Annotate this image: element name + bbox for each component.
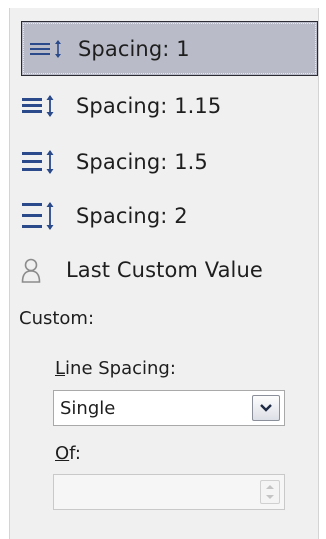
line-spacing-1-icon (22, 29, 78, 69)
line-spacing-value: Single (60, 397, 116, 419)
spacing-2-option[interactable]: Spacing: 2 (20, 194, 310, 238)
line-spacing-panel: Spacing: 1 Spacing: 1.15 Spacing: 1.5 Sp… (9, 8, 319, 539)
line-spacing-15-icon (20, 142, 76, 182)
of-spin-input[interactable] (53, 474, 285, 510)
last-custom-value-label: Last Custom Value (66, 258, 263, 282)
spin-arrows-icon[interactable] (260, 480, 280, 504)
of-label: Of: (55, 443, 81, 464)
chevron-down-icon[interactable] (252, 395, 280, 421)
spacing-1-option[interactable]: Spacing: 1 (21, 21, 318, 76)
spacing-2-label: Spacing: 2 (76, 204, 188, 228)
line-spacing-2-icon (20, 196, 76, 236)
last-custom-value-option[interactable]: Last Custom Value (20, 248, 310, 292)
line-spacing-select[interactable]: Single (53, 390, 285, 426)
line-spacing-115-icon (20, 86, 76, 126)
spacing-15-option[interactable]: Spacing: 1.5 (20, 140, 310, 184)
spacing-1-label: Spacing: 1 (78, 36, 190, 61)
spacing-115-option[interactable]: Spacing: 1.15 (20, 84, 310, 128)
of-accel: O (55, 443, 70, 464)
line-spacing-label-rest: ine Spacing: (65, 358, 176, 379)
line-spacing-label: Line Spacing: (55, 358, 176, 379)
custom-heading: Custom: (19, 308, 95, 329)
user-icon (20, 250, 66, 290)
line-spacing-accel: L (55, 358, 66, 379)
spacing-15-label: Spacing: 1.5 (76, 150, 208, 174)
of-label-rest: f: (69, 443, 81, 464)
spacing-115-label: Spacing: 1.15 (76, 94, 222, 118)
